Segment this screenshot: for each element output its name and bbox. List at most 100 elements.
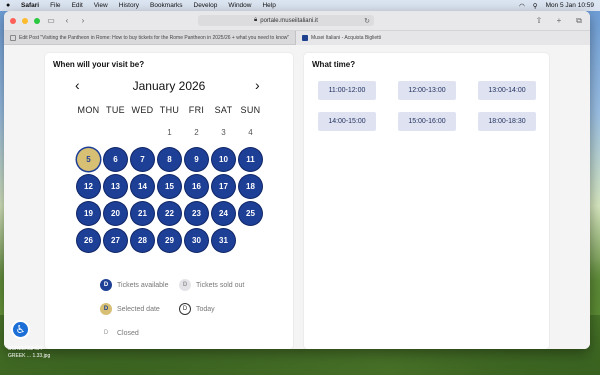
calendar-day[interactable]: 12 <box>77 175 100 198</box>
calendar-day[interactable]: 9 <box>185 148 208 171</box>
legend-sold-out-dot: D <box>179 279 191 291</box>
weekday-label: WED <box>131 105 154 115</box>
menu-edit[interactable]: Edit <box>72 2 83 9</box>
calendar-day[interactable]: 7 <box>131 148 154 171</box>
date-panel-title: When will your visit be? <box>53 60 145 69</box>
tab-favicon <box>10 35 16 41</box>
calendar-day[interactable]: 14 <box>131 175 154 198</box>
tab-label: Edit Post "Visiting the Pantheon in Rome… <box>19 35 290 41</box>
calendar-day[interactable]: 26 <box>77 229 100 252</box>
weekday-label: MON <box>77 105 100 115</box>
calendar-day-closed: 3 <box>221 128 226 137</box>
legend-label: Selected date <box>117 305 160 313</box>
menu-help[interactable]: Help <box>262 2 275 9</box>
calendar-day[interactable]: 24 <box>212 202 235 225</box>
legend-available-dot: D <box>100 279 112 291</box>
calendar-day[interactable]: 6 <box>104 148 127 171</box>
calendar-day[interactable]: 30 <box>185 229 208 252</box>
menu-develop[interactable]: Develop <box>194 2 218 9</box>
tab-overview-icon[interactable]: ⧉ <box>574 16 584 26</box>
tab-bar: Edit Post "Visiting the Pantheon in Rome… <box>4 31 590 45</box>
tab-label: Musei Italiani - Acquista Biglietti <box>311 35 382 41</box>
desktop-file-label-line: GREEK ... 1.33.jpg <box>8 353 51 359</box>
browser-toolbar: ▭ ‹ › 🔒︎ portale.museiitaliani.it ↻ ⇧ + … <box>4 11 590 31</box>
time-slot-button[interactable]: 18:00-18:30 <box>478 112 536 131</box>
menu-bar: ● Safari File Edit View History Bookmark… <box>0 0 600 11</box>
calendar-day-closed: 2 <box>194 128 199 137</box>
legend-label: Today <box>196 305 215 313</box>
menu-bookmarks[interactable]: Bookmarks <box>150 2 183 9</box>
calendar-day[interactable]: 10 <box>212 148 235 171</box>
time-slot-button[interactable]: 12:00-13:00 <box>398 81 456 100</box>
time-slot-button[interactable]: 15:00-16:00 <box>398 112 456 131</box>
legend-today-dot: D <box>179 303 191 315</box>
legend-selected: D Selected date <box>100 303 160 315</box>
next-month-icon[interactable]: › <box>255 77 260 93</box>
calendar-day[interactable]: 29 <box>158 229 181 252</box>
calendar-day[interactable]: 17 <box>212 175 235 198</box>
legend-sold-out: D Tickets sold out <box>179 279 244 291</box>
calendar-day[interactable]: 18 <box>239 175 262 198</box>
address-bar[interactable]: 🔒︎ portale.museiitaliani.it ↻ <box>198 15 374 26</box>
tab-edit-post[interactable]: Edit Post "Visiting the Pantheon in Rome… <box>4 31 296 45</box>
calendar-day[interactable]: 28 <box>131 229 154 252</box>
menu-datetime[interactable]: Mon 5 Jan 10:59 <box>546 2 594 9</box>
calendar-day[interactable]: 31 <box>212 229 235 252</box>
weekday-label: TUE <box>106 105 125 115</box>
legend-label: Tickets sold out <box>196 281 245 289</box>
weekday-label: THU <box>159 105 180 115</box>
time-slot-button[interactable]: 13:00-14:00 <box>478 81 536 100</box>
menu-app-name[interactable]: Safari <box>21 2 39 9</box>
sidebar-icon[interactable]: ▭ <box>46 16 56 25</box>
tab-favicon <box>302 35 308 41</box>
reload-icon[interactable]: ↻ <box>364 17 370 25</box>
calendar-day[interactable]: 27 <box>104 229 127 252</box>
time-slot-button[interactable]: 14:00-15:00 <box>318 112 376 131</box>
back-icon[interactable]: ‹ <box>62 16 72 25</box>
tab-musei-italiani[interactable]: Musei Italiani - Acquista Biglietti <box>296 31 590 45</box>
menu-window[interactable]: Window <box>228 2 251 9</box>
time-slot-button[interactable]: 11:00-12:00 <box>318 81 376 100</box>
calendar-day[interactable]: 23 <box>185 202 208 225</box>
weekday-label: SUN <box>240 105 261 115</box>
calendar-day[interactable]: 8 <box>158 148 181 171</box>
accessibility-icon[interactable]: ♿︎ <box>11 320 30 339</box>
calendar-day[interactable]: 16 <box>185 175 208 198</box>
forward-icon[interactable]: › <box>78 16 88 25</box>
calendar-day[interactable]: 22 <box>158 202 181 225</box>
legend-label: Closed <box>117 329 139 337</box>
legend-closed-dot: D <box>103 330 109 336</box>
calendar-day[interactable]: 13 <box>104 175 127 198</box>
legend-closed: D Closed <box>100 327 139 339</box>
search-icon[interactable]: ⚲ <box>533 2 538 10</box>
month-navigation: ‹ January 2026 › <box>45 77 293 95</box>
close-window-button[interactable] <box>10 17 16 24</box>
menu-history[interactable]: History <box>119 2 139 9</box>
lock-icon: 🔒︎ <box>254 17 258 23</box>
desktop-file-label[interactable]: SCREENSHOT GREEK ... 1.33.jpg <box>8 346 50 360</box>
date-picker-panel: When will your visit be? ‹ January 2026 … <box>45 53 293 349</box>
address-text: portale.museiitaliani.it <box>260 17 318 24</box>
new-tab-icon[interactable]: + <box>554 16 564 26</box>
calendar-day[interactable]: 20 <box>104 202 127 225</box>
menu-file[interactable]: File <box>50 2 60 9</box>
time-panel-title: What time? <box>312 60 356 69</box>
weekday-label: FRI <box>188 105 205 115</box>
calendar-day[interactable]: 25 <box>239 202 262 225</box>
calendar-day[interactable]: 21 <box>131 202 154 225</box>
calendar-day[interactable]: 19 <box>77 202 100 225</box>
legend-label: Tickets available <box>117 281 169 289</box>
menu-view[interactable]: View <box>94 2 108 9</box>
minimize-window-button[interactable] <box>22 17 28 24</box>
share-icon[interactable]: ⇧ <box>534 16 544 26</box>
calendar-day[interactable]: 15 <box>158 175 181 198</box>
zoom-window-button[interactable] <box>34 17 40 24</box>
safari-window: ▭ ‹ › 🔒︎ portale.museiitaliani.it ↻ ⇧ + … <box>4 11 590 349</box>
calendar-day[interactable]: 11 <box>239 148 262 171</box>
calendar-day-closed: 4 <box>248 128 253 137</box>
wifi-icon[interactable]: ◠ <box>519 2 525 10</box>
legend-available: D Tickets available <box>100 279 169 291</box>
calendar-day-selected[interactable]: 5 <box>77 148 100 171</box>
apple-icon[interactable]: ● <box>6 2 13 9</box>
legend-selected-dot: D <box>100 303 112 315</box>
